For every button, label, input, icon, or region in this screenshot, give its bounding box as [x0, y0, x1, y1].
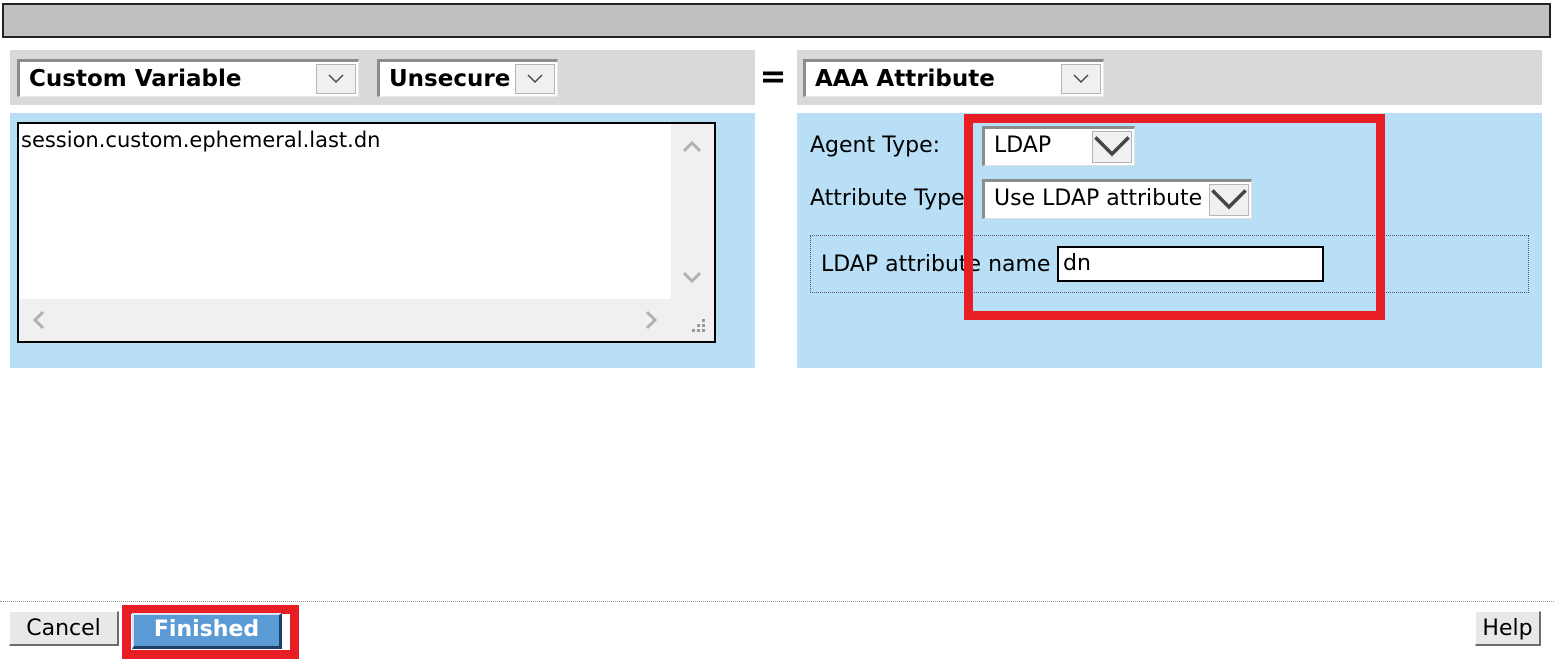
left-type-select-value: Custom Variable [29, 66, 242, 92]
security-select[interactable]: Unsecure [377, 59, 558, 97]
right-type-select-value: AAA Attribute [815, 66, 995, 92]
scroll-left-icon[interactable] [28, 309, 50, 331]
agent-type-label: Agent Type: [810, 133, 941, 158]
attribute-type-label: Attribute Type [810, 186, 965, 211]
help-button[interactable]: Help [1475, 611, 1541, 646]
right-type-select[interactable]: AAA Attribute [803, 59, 1104, 97]
highlight-box-agent-settings [964, 114, 1385, 320]
equals-sign: = [759, 57, 787, 95]
vertical-scrollbar[interactable] [671, 124, 714, 299]
cancel-button[interactable]: Cancel [9, 611, 119, 646]
scroll-down-icon[interactable] [681, 266, 703, 288]
variable-textarea-value: session.custom.ephemeral.last.dn [21, 128, 381, 152]
chevron-down-icon[interactable] [316, 64, 356, 94]
scroll-right-icon[interactable] [640, 309, 662, 331]
resize-grip-icon[interactable] [671, 299, 714, 341]
horizontal-scrollbar[interactable] [19, 299, 671, 341]
chevron-down-icon[interactable] [515, 64, 555, 94]
left-type-select[interactable]: Custom Variable [17, 59, 359, 97]
footer-separator [0, 601, 1554, 602]
finished-button[interactable]: Finished [132, 613, 282, 649]
variable-textarea[interactable]: session.custom.ephemeral.last.dn [17, 122, 716, 343]
security-select-value: Unsecure [389, 66, 511, 92]
title-bar [2, 3, 1551, 38]
scroll-up-icon[interactable] [681, 136, 703, 158]
chevron-down-icon[interactable] [1061, 64, 1101, 94]
